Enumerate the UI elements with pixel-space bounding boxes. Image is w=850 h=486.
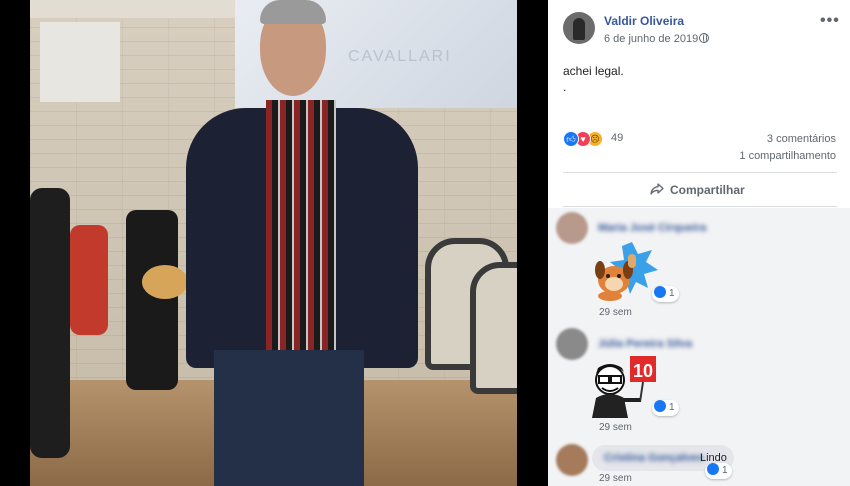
guitarist xyxy=(126,210,178,390)
background-person xyxy=(30,188,70,458)
comment-like-count[interactable]: 1 xyxy=(652,400,679,416)
comments-section: Maria José Cirqueira 1 29 sem Júlia Pere… xyxy=(548,208,850,486)
man-hair xyxy=(260,0,326,24)
svg-text:10: 10 xyxy=(633,361,653,381)
guitar xyxy=(142,265,188,299)
shares-count-link[interactable]: 1 compartilhamento xyxy=(739,150,836,162)
comment-time-link[interactable]: 29 sem xyxy=(599,473,632,484)
more-options-icon[interactable]: ••• xyxy=(820,12,840,30)
jeans xyxy=(214,350,364,486)
chair xyxy=(470,262,517,394)
commenter-avatar[interactable] xyxy=(556,444,588,476)
musician-red-shirt xyxy=(70,225,108,335)
glasses-guy-10-sign-sticker: 10 xyxy=(592,356,656,418)
share-button[interactable]: Compartilhar xyxy=(563,176,837,204)
post-text-extra: . xyxy=(563,80,567,94)
post-photo[interactable]: CAVALLARI xyxy=(30,0,517,486)
commenter-avatar[interactable] xyxy=(556,212,588,244)
projection-text: CAVALLARI xyxy=(348,48,452,65)
like-icon xyxy=(654,286,666,299)
plaid-shirt xyxy=(266,100,336,350)
dog-thumbs-up-sticker xyxy=(595,242,658,301)
comment-like-count[interactable]: 1 xyxy=(652,286,679,302)
photo-viewer[interactable]: CAVALLARI xyxy=(0,0,548,486)
comment-time-link[interactable]: 29 sem xyxy=(599,307,632,318)
commenter-name[interactable]: Cristina Gonçalves xyxy=(604,452,704,464)
post-date-link[interactable]: 6 de junho de 2019 xyxy=(604,33,698,45)
like-icon: 👍︎ xyxy=(563,131,579,147)
commenter-name[interactable]: Maria José Cirqueira xyxy=(598,222,706,234)
author-avatar[interactable] xyxy=(563,12,595,44)
commenter-name[interactable]: Júlia Pereira Silva xyxy=(598,338,692,350)
commenter-avatar[interactable] xyxy=(556,328,588,360)
post-text: achei legal. xyxy=(563,64,624,78)
comment-like-count[interactable]: 1 xyxy=(705,463,732,479)
globe-icon xyxy=(699,33,709,43)
share-label: Compartilhar xyxy=(670,183,745,197)
like-icon xyxy=(654,400,666,413)
reaction-count[interactable]: 49 xyxy=(611,132,623,144)
comments-count-link[interactable]: 3 comentários xyxy=(767,133,836,145)
share-icon xyxy=(650,183,664,195)
author-name-link[interactable]: Valdir Oliveira xyxy=(604,14,684,28)
post-side-panel: Valdir Oliveira 6 de junho de 2019 ••• a… xyxy=(548,0,850,486)
window xyxy=(40,22,120,102)
divider xyxy=(563,172,837,173)
divider xyxy=(563,206,837,207)
like-icon xyxy=(707,463,719,476)
comment-time-link[interactable]: 29 sem xyxy=(599,422,632,433)
ceiling xyxy=(30,0,235,18)
